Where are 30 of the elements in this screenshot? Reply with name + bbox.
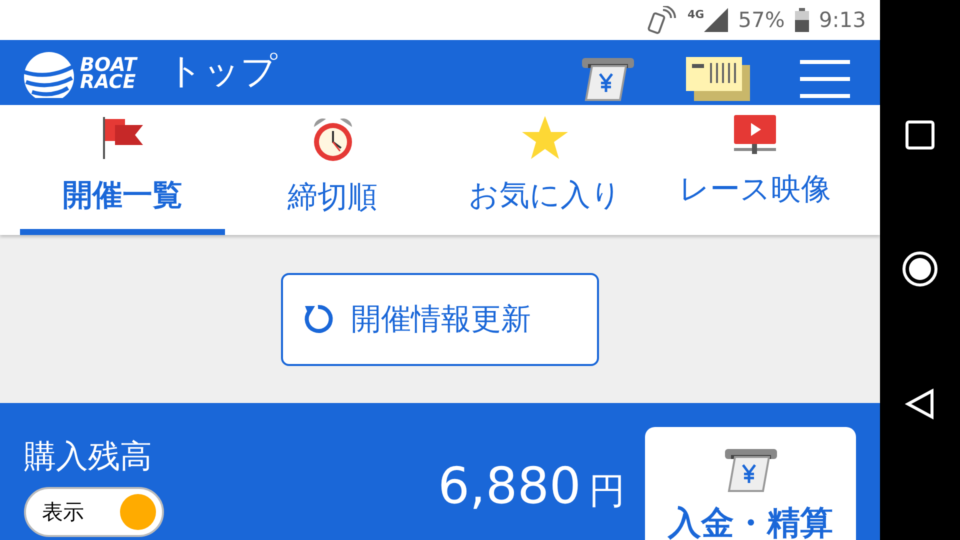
deposit-button[interactable]: 入金・精算 <box>645 427 856 540</box>
clock-time: 9:13 <box>818 8 866 32</box>
home-icon[interactable] <box>901 250 939 288</box>
logo-text: BOAT <box>80 57 136 74</box>
signal-icon <box>704 8 728 32</box>
back-icon[interactable] <box>905 388 935 420</box>
star-icon <box>521 115 569 161</box>
network-type: 4G <box>687 8 704 21</box>
battery-percent: 57% <box>738 8 785 32</box>
nav-tab[interactable]: お気に入り <box>440 105 650 235</box>
nav-tab[interactable]: 締切順 <box>225 105 440 235</box>
refresh-button[interactable]: 開催情報更新 <box>281 272 599 366</box>
page-title: トップ <box>166 50 278 94</box>
menu-icon[interactable] <box>800 60 850 98</box>
logo-text: RACE <box>80 74 136 91</box>
battery-icon <box>794 8 809 32</box>
nfc-phone-icon <box>647 6 678 34</box>
flag-icon <box>100 115 144 161</box>
video-screen-icon <box>732 115 778 155</box>
nav-tab[interactable]: 開催一覧 <box>20 105 225 235</box>
balance-title: 購入残高 <box>24 436 153 477</box>
balance-amount: 6,880 <box>438 457 581 515</box>
logo-emblem-icon <box>22 50 76 98</box>
tickets-icon[interactable] <box>686 57 750 101</box>
recents-icon[interactable] <box>905 120 935 150</box>
currency-unit: 円 <box>589 470 625 514</box>
nav-tab[interactable]: レース映像 <box>650 105 860 235</box>
show-toggle[interactable]: 表示 <box>24 487 164 537</box>
atm-yen-icon <box>722 447 778 493</box>
atm-yen-icon <box>580 56 636 102</box>
